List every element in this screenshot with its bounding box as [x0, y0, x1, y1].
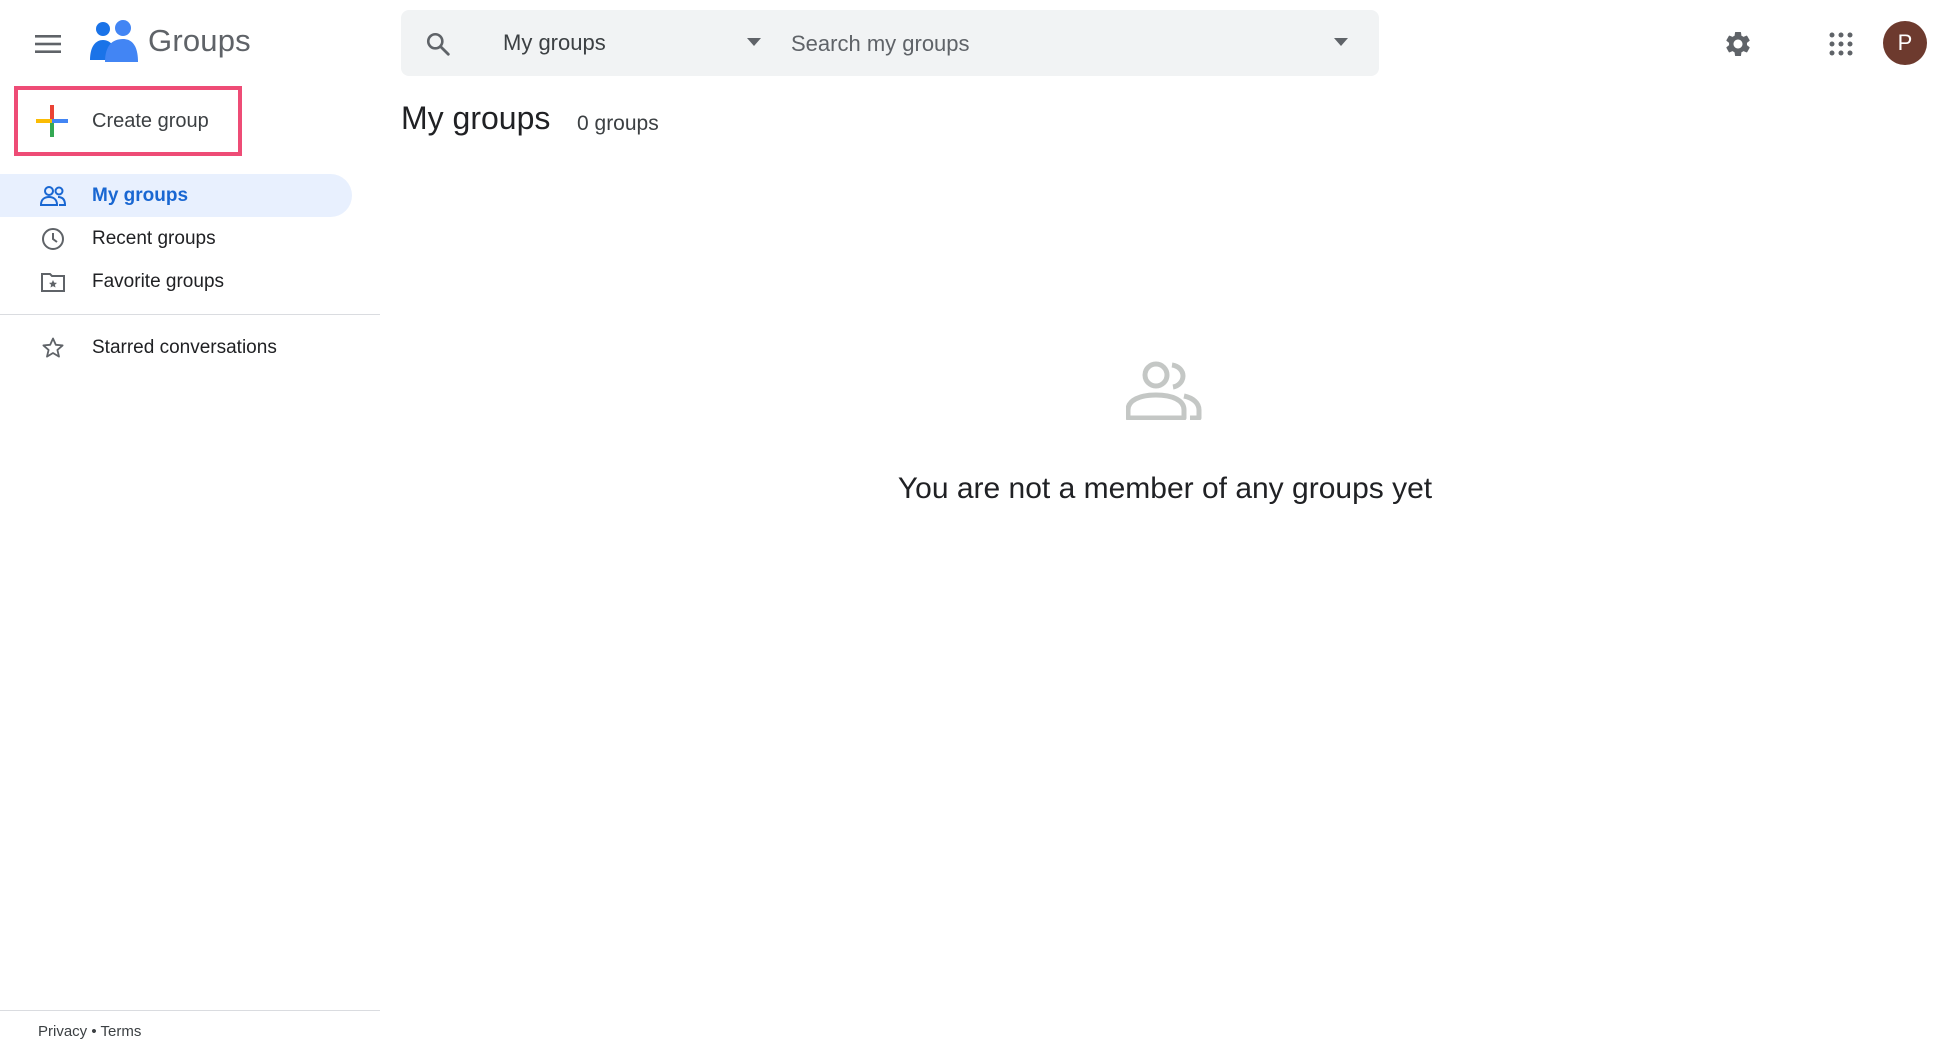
apps-grid-icon	[1829, 32, 1853, 56]
sidebar-nav: My groups Recent groups Favorite groups	[0, 174, 380, 303]
terms-link[interactable]: Terms	[101, 1023, 142, 1040]
privacy-link[interactable]: Privacy	[38, 1023, 87, 1040]
page-title: My groups	[401, 100, 551, 136]
sidebar-footer: Privacy • Terms	[38, 1023, 141, 1040]
search-input[interactable]	[789, 20, 1313, 68]
app-name: Groups	[148, 23, 251, 58]
sidebar-item-label: Favorite groups	[92, 270, 225, 292]
groups-logo[interactable]: Groups	[90, 20, 251, 62]
empty-state-message: You are not a member of any groups yet	[897, 472, 1433, 505]
search-scope-dropdown[interactable]: My groups	[503, 10, 761, 76]
footer-divider	[0, 1010, 380, 1011]
hamburger-menu-icon	[35, 35, 61, 53]
gear-icon	[1726, 31, 1750, 56]
settings-button[interactable]	[1718, 24, 1758, 64]
clock-icon	[40, 226, 66, 252]
star-folder-icon	[40, 269, 66, 295]
account-avatar[interactable]: P	[1883, 21, 1927, 65]
main-menu-button[interactable]	[30, 26, 66, 62]
search-bar: My groups	[401, 10, 1379, 76]
search-scope-label: My groups	[503, 30, 606, 55]
google-apps-button[interactable]	[1821, 24, 1861, 64]
sidebar-divider	[0, 314, 380, 315]
star-icon	[40, 335, 66, 361]
create-group-label: Create group	[92, 109, 209, 132]
create-group-button[interactable]: Create group	[14, 86, 242, 156]
sidebar-item-starred-conversations[interactable]: Starred conversations	[0, 326, 380, 369]
dropdown-arrow-icon	[747, 38, 761, 46]
sidebar-item-recent-groups[interactable]: Recent groups	[0, 217, 380, 260]
sidebar-item-favorite-groups[interactable]: Favorite groups	[0, 260, 380, 303]
sidebar-item-label: Recent groups	[92, 227, 216, 249]
sidebar-item-my-groups[interactable]: My groups	[0, 174, 352, 217]
groups-logo-icon	[90, 20, 138, 62]
sidebar-item-label: My groups	[92, 184, 189, 206]
search-options-dropdown-icon[interactable]	[1334, 38, 1348, 46]
group-count: 0 groups	[577, 112, 659, 135]
people-icon	[40, 183, 66, 209]
search-icon[interactable]	[425, 31, 451, 57]
plus-icon	[36, 105, 68, 137]
people-outline-icon	[1126, 361, 1202, 420]
footer-separator: •	[91, 1023, 97, 1040]
sidebar-secondary-nav: Starred conversations	[0, 326, 380, 369]
sidebar-item-label: Starred conversations	[92, 336, 277, 358]
